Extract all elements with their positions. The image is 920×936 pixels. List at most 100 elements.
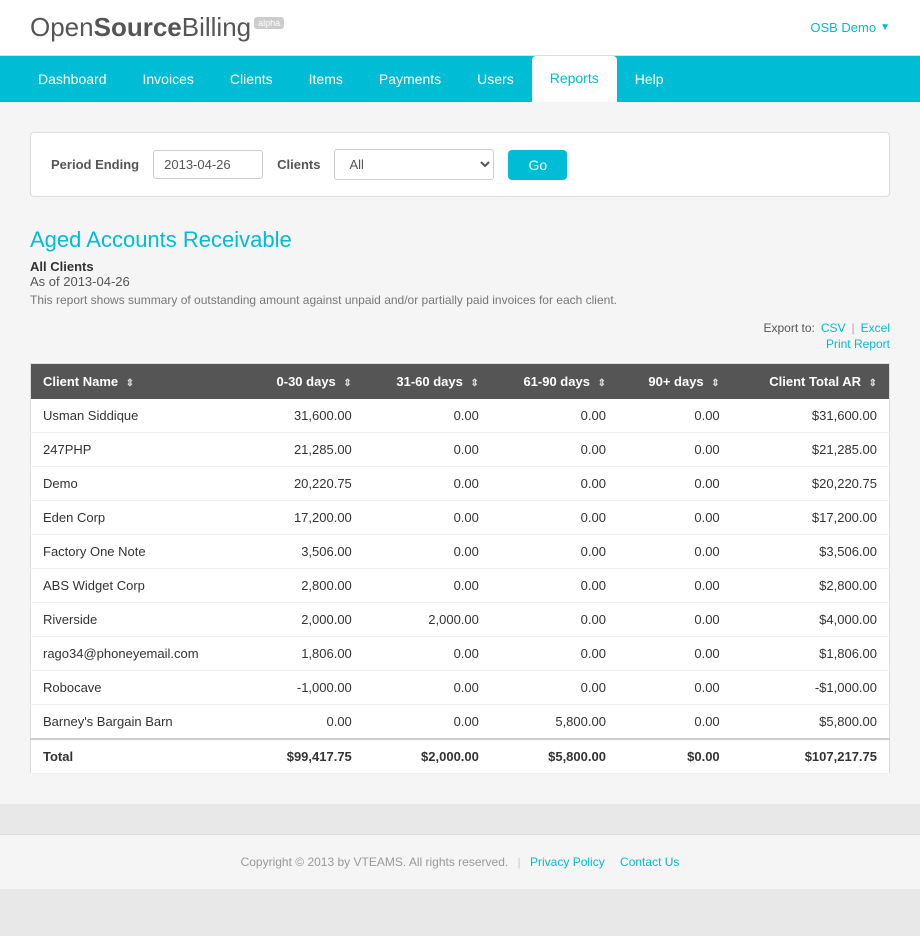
- user-menu-arrow: ▼: [880, 22, 890, 33]
- report-title: Aged Accounts Receivable: [30, 227, 890, 253]
- cell-0-30: 20,220.75: [245, 467, 363, 501]
- cell-total: $17,200.00: [732, 501, 890, 535]
- filter-bar: Period Ending Clients All Go: [30, 132, 890, 197]
- main-content: Period Ending Clients All Go Aged Accoun…: [0, 102, 920, 804]
- table-row: Eden Corp 17,200.00 0.00 0.00 0.00 $17,2…: [31, 501, 890, 535]
- cell-90plus: 0.00: [618, 535, 732, 569]
- cell-0-30: 0.00: [245, 705, 363, 740]
- cell-0-30: 2,000.00: [245, 603, 363, 637]
- period-ending-label: Period Ending: [51, 157, 139, 172]
- cell-61-90: 0.00: [491, 603, 618, 637]
- logo-open: Open: [30, 12, 94, 42]
- nav-dashboard[interactable]: Dashboard: [20, 57, 125, 101]
- export-csv-link[interactable]: CSV: [821, 321, 846, 335]
- cell-0-30: 2,800.00: [245, 569, 363, 603]
- nav-clients[interactable]: Clients: [212, 57, 291, 101]
- cell-0-30: 17,200.00: [245, 501, 363, 535]
- export-separator: |: [852, 321, 855, 335]
- cell-total: $3,506.00: [732, 535, 890, 569]
- table-row: Barney's Bargain Barn 0.00 0.00 5,800.00…: [31, 705, 890, 740]
- top-header: OpenSourceBillingalpha OSB Demo ▼: [0, 0, 920, 56]
- sort-icon-31-60: ⇕: [470, 378, 478, 389]
- total-0-30: $99,417.75: [245, 739, 363, 774]
- footer-separator: |: [518, 855, 521, 869]
- cell-31-60: 0.00: [364, 535, 491, 569]
- cell-client: Robocave: [31, 671, 246, 705]
- cell-0-30: -1,000.00: [245, 671, 363, 705]
- table-row: rago34@phoneyemail.com 1,806.00 0.00 0.0…: [31, 637, 890, 671]
- nav-reports[interactable]: Reports: [532, 56, 617, 102]
- cell-client: Riverside: [31, 603, 246, 637]
- user-menu[interactable]: OSB Demo ▼: [810, 20, 890, 35]
- report-date: As of 2013-04-26: [30, 274, 890, 289]
- report-subtitle: All Clients: [30, 259, 890, 274]
- cell-61-90: 0.00: [491, 671, 618, 705]
- cell-61-90: 0.00: [491, 569, 618, 603]
- print-row: Print Report: [30, 337, 890, 351]
- col-90plus[interactable]: 90+ days ⇕: [618, 364, 732, 400]
- cell-31-60: 0.00: [364, 705, 491, 740]
- cell-61-90: 0.00: [491, 501, 618, 535]
- table-row: Demo 20,220.75 0.00 0.00 0.00 $20,220.75: [31, 467, 890, 501]
- cell-total: $2,800.00: [732, 569, 890, 603]
- logo-billing: Billing: [182, 12, 251, 42]
- sort-icon-total: ⇕: [869, 378, 877, 389]
- report-description: This report shows summary of outstanding…: [30, 293, 890, 307]
- table-total-row: Total $99,417.75 $2,000.00 $5,800.00 $0.…: [31, 739, 890, 774]
- cell-61-90: 0.00: [491, 535, 618, 569]
- user-menu-label: OSB Demo: [810, 20, 876, 35]
- col-61-90[interactable]: 61-90 days ⇕: [491, 364, 618, 400]
- table-row: Factory One Note 3,506.00 0.00 0.00 0.00…: [31, 535, 890, 569]
- cell-90plus: 0.00: [618, 637, 732, 671]
- privacy-policy-link[interactable]: Privacy Policy: [530, 855, 605, 869]
- cell-90plus: 0.00: [618, 705, 732, 740]
- col-31-60[interactable]: 31-60 days ⇕: [364, 364, 491, 400]
- period-ending-input[interactable]: [153, 150, 263, 179]
- sort-icon-0-30: ⇕: [343, 378, 351, 389]
- cell-31-60: 0.00: [364, 467, 491, 501]
- total-90plus: $0.00: [618, 739, 732, 774]
- cell-90plus: 0.00: [618, 433, 732, 467]
- col-client-name[interactable]: Client Name ⇕: [31, 364, 246, 400]
- nav-payments[interactable]: Payments: [361, 57, 459, 101]
- logo-source: Source: [94, 12, 182, 42]
- cell-90plus: 0.00: [618, 467, 732, 501]
- logo: OpenSourceBillingalpha: [30, 12, 284, 43]
- aged-ar-table: Client Name ⇕ 0-30 days ⇕ 31-60 days ⇕ 6…: [30, 363, 890, 774]
- nav-users[interactable]: Users: [459, 57, 532, 101]
- cell-client: Factory One Note: [31, 535, 246, 569]
- export-label: Export to:: [763, 321, 814, 335]
- cell-client: Barney's Bargain Barn: [31, 705, 246, 740]
- cell-client: ABS Widget Corp: [31, 569, 246, 603]
- main-nav: Dashboard Invoices Clients Items Payment…: [0, 56, 920, 102]
- col-total-ar[interactable]: Client Total AR ⇕: [732, 364, 890, 400]
- table-row: Robocave -1,000.00 0.00 0.00 0.00 -$1,00…: [31, 671, 890, 705]
- cell-0-30: 21,285.00: [245, 433, 363, 467]
- cell-total: $20,220.75: [732, 467, 890, 501]
- cell-0-30: 31,600.00: [245, 399, 363, 433]
- cell-90plus: 0.00: [618, 569, 732, 603]
- cell-61-90: 0.00: [491, 399, 618, 433]
- export-excel-link[interactable]: Excel: [861, 321, 890, 335]
- table-header-row: Client Name ⇕ 0-30 days ⇕ 31-60 days ⇕ 6…: [31, 364, 890, 400]
- export-row: Export to: CSV | Excel: [30, 321, 890, 335]
- contact-us-link[interactable]: Contact Us: [620, 855, 679, 869]
- cell-90plus: 0.00: [618, 501, 732, 535]
- cell-total: $21,285.00: [732, 433, 890, 467]
- col-0-30[interactable]: 0-30 days ⇕: [245, 364, 363, 400]
- cell-total: $1,806.00: [732, 637, 890, 671]
- table-row: Riverside 2,000.00 2,000.00 0.00 0.00 $4…: [31, 603, 890, 637]
- cell-90plus: 0.00: [618, 603, 732, 637]
- cell-client: Usman Siddique: [31, 399, 246, 433]
- clients-label: Clients: [277, 157, 320, 172]
- go-button[interactable]: Go: [508, 150, 567, 180]
- sort-icon-client: ⇕: [126, 378, 134, 389]
- clients-select[interactable]: All: [334, 149, 494, 180]
- page-footer: Copyright © 2013 by VTEAMS. All rights r…: [0, 834, 920, 889]
- print-report-link[interactable]: Print Report: [826, 337, 890, 351]
- cell-total: $31,600.00: [732, 399, 890, 433]
- nav-help[interactable]: Help: [617, 57, 682, 101]
- nav-items[interactable]: Items: [291, 57, 361, 101]
- nav-invoices[interactable]: Invoices: [125, 57, 212, 101]
- cell-90plus: 0.00: [618, 399, 732, 433]
